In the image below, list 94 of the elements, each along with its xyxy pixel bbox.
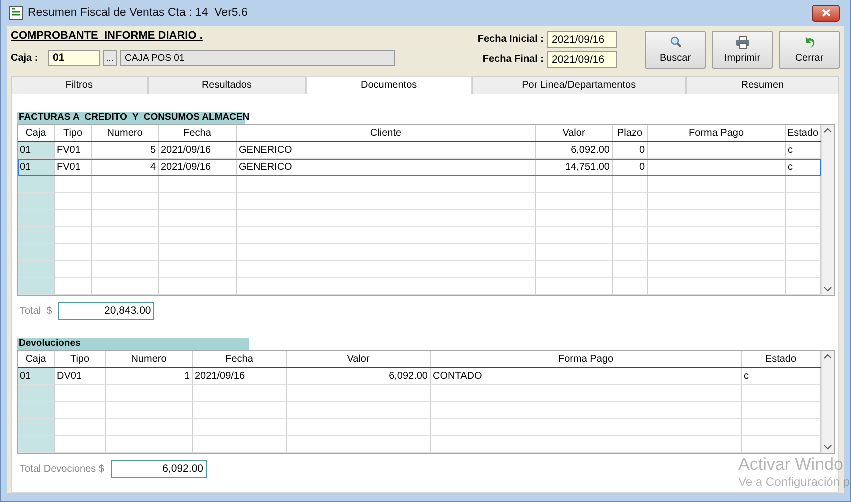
table-cell: 14,751.00	[536, 159, 613, 176]
empty-cell	[92, 176, 159, 193]
table-cell: 2021/09/16	[159, 159, 237, 176]
caja-field[interactable]: 01	[48, 50, 100, 66]
close-button[interactable]: Cerrar	[779, 31, 840, 69]
table-cell: GENERICO	[237, 159, 536, 176]
column-header[interactable]: Fecha	[159, 125, 237, 141]
empty-cell	[92, 244, 159, 261]
column-header[interactable]: Plazo	[613, 125, 648, 141]
tab[interactable]: Resultados	[148, 76, 306, 94]
tab[interactable]: Resumen	[686, 76, 839, 94]
empty-cell	[92, 210, 159, 227]
table-cell: 0	[613, 159, 648, 176]
empty-cell	[18, 402, 55, 419]
activation-hint: Ve a Configuración p	[738, 475, 850, 489]
table-cell: 2021/09/16	[193, 368, 287, 385]
total-field[interactable]: 6,092.00	[110, 460, 206, 478]
caja-label: Caja :	[11, 52, 40, 64]
window-title: Resumen Fiscal de Ventas Cta : 14 Ver5.6	[28, 7, 248, 19]
empty-cell	[18, 244, 55, 261]
date-field[interactable]: 2021/09/16	[547, 31, 617, 48]
column-header[interactable]: Cliente	[237, 125, 536, 141]
scrollbar[interactable]	[821, 125, 834, 295]
table-cell: GENERICO	[237, 142, 536, 159]
empty-cell	[613, 227, 648, 244]
total-label: Total $	[20, 306, 52, 316]
empty-cell	[613, 193, 648, 210]
empty-cell	[18, 261, 55, 278]
empty-cell	[18, 193, 55, 210]
empty-cell	[613, 261, 648, 278]
table-cell: 4	[92, 159, 159, 176]
table-cell: DV01	[55, 368, 106, 385]
table-cell: 01	[18, 159, 55, 176]
activation-notice: Activar Windo	[738, 455, 844, 475]
table-cell: 5	[92, 142, 159, 159]
search-icon	[668, 36, 682, 49]
tab[interactable]: Filtros	[11, 76, 148, 94]
report-title: COMPROBANTE INFORME DIARIO .	[11, 30, 204, 42]
table-cell: FV01	[55, 159, 92, 176]
table-cell: 2021/09/16	[159, 142, 237, 159]
column-header[interactable]: Valor	[287, 351, 431, 367]
date-field[interactable]: 2021/09/16	[547, 51, 617, 68]
empty-cell	[613, 244, 648, 261]
column-header[interactable]: Caja	[18, 125, 55, 141]
column-header[interactable]: Tipo	[55, 125, 92, 141]
column-header[interactable]: Valor	[536, 125, 613, 141]
empty-cell	[92, 227, 159, 244]
empty-cell	[18, 227, 55, 244]
column-header[interactable]: Tipo	[55, 351, 106, 367]
table-cell: 6,092.00	[287, 368, 431, 385]
section-title: Devoluciones	[17, 338, 249, 350]
date-label: Fecha Final :	[482, 54, 544, 65]
empty-cell	[92, 193, 159, 210]
spreadsheet-icon	[9, 6, 23, 20]
empty-cell	[613, 278, 648, 295]
empty-cell	[18, 436, 55, 453]
printer-icon	[736, 36, 750, 49]
table-cell: 01	[18, 368, 55, 385]
table-cell: FV01	[55, 142, 92, 159]
table-row[interactable]: 01 DV01 1 2021/09/16 6,092.00 CONTADO c	[18, 368, 821, 385]
search-button[interactable]: Buscar	[645, 31, 706, 69]
empty-cell	[18, 176, 55, 193]
total-field[interactable]: 20,843.00	[58, 302, 154, 320]
column-header[interactable]: Numero	[92, 125, 159, 141]
description-field: CAJA POS 01	[120, 50, 395, 66]
table-cell: 01	[18, 142, 55, 159]
column-header[interactable]: Forma Pago	[431, 351, 742, 367]
tab[interactable]: Por Linea/Departamentos	[472, 76, 686, 94]
column-header[interactable]: Fecha	[193, 351, 287, 367]
column-header[interactable]: Forma Pago	[648, 125, 786, 141]
close-button[interactable]	[812, 4, 840, 22]
column-header[interactable]: Numero	[106, 351, 193, 367]
table-cell: 1	[106, 368, 193, 385]
print-button[interactable]: Imprimir	[712, 31, 773, 69]
empty-cell	[613, 210, 648, 227]
empty-cell	[613, 176, 648, 193]
empty-cell	[18, 210, 55, 227]
table-cell: 0	[613, 142, 648, 159]
empty-cell	[92, 278, 159, 295]
table-cell: CONTADO	[431, 368, 742, 385]
column-header[interactable]: Caja	[18, 351, 55, 367]
browse-button[interactable]: ...	[103, 50, 117, 66]
total-label: Total Devociones $	[20, 464, 104, 474]
empty-cell	[18, 278, 55, 295]
table-row[interactable]: 01 FV01 5 2021/09/16 GENERICO 6,092.00 0 c	[18, 142, 821, 159]
tab[interactable]: Documentos	[306, 76, 472, 94]
close-icon	[822, 9, 830, 17]
table-row[interactable]: 01 FV01 4 2021/09/16 GENERICO 14,751.00 0 c	[18, 159, 821, 176]
date-label: Fecha Inicial :	[478, 34, 544, 45]
scrollbar[interactable]	[821, 351, 834, 453]
empty-cell	[92, 261, 159, 278]
empty-cell	[18, 419, 55, 436]
table-cell: 6,092.00	[536, 142, 613, 159]
empty-cell	[18, 385, 55, 402]
